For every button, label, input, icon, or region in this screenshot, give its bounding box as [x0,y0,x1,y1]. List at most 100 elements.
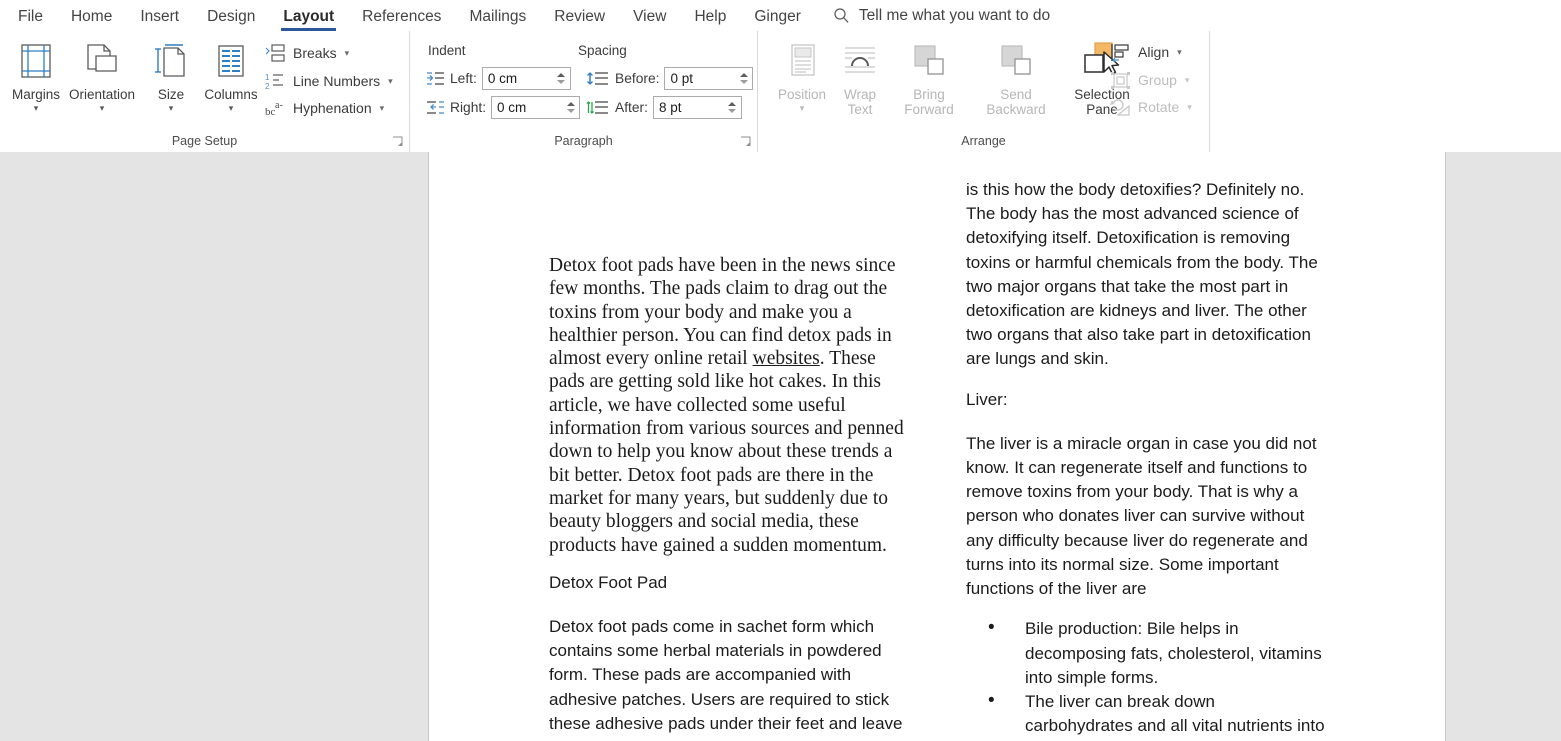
line-numbers-label: Line Numbers [293,73,381,89]
spacing-before-label: Before: [615,71,660,86]
align-label: Align [1138,44,1170,60]
document-scroll-area[interactable]: Detox foot pads have been in the news si… [0,152,1561,741]
tell-me-box[interactable]: Tell me what you want to do [815,7,1060,31]
indent-right-input[interactable] [492,97,565,118]
spacing-before-spinner[interactable] [664,67,754,90]
spacing-before-input[interactable] [665,68,738,89]
document-column-left: Detox foot pads have been in the news si… [549,152,909,741]
margins-button[interactable]: Margins ▾ [0,35,72,135]
tab-design[interactable]: Design [193,8,269,32]
align-menu[interactable]: Align ▾ [1110,41,1182,63]
send-backward-label: Send [1000,87,1032,102]
indent-right-spinner[interactable] [491,96,581,119]
tab-home[interactable]: Home [57,8,126,32]
group-paragraph: Indent Spacing Left: 0 cm Right: 0 cm Be… [410,31,758,152]
chevron-down-icon: ▾ [228,103,234,113]
group-menu[interactable]: Group ▾ [1110,69,1189,91]
list-item: Bile production: Bile helps in decomposi… [988,616,1326,690]
document-column-right: is this how the body detoxifies? Definit… [966,152,1326,741]
size-icon [152,35,190,87]
chevron-down-icon: ▾ [388,75,393,86]
paragraph-intro-part2: . These pads are getting sold like hot c… [549,348,904,556]
bring-forward-icon [910,35,948,87]
tab-review[interactable]: Review [540,8,619,32]
group-label: Group [1138,72,1177,88]
hyphenation-label: Hyphenation [293,100,372,116]
indent-left-input[interactable] [482,68,555,89]
tab-mailings[interactable]: Mailings [455,8,540,32]
page-setup-dialog-launcher[interactable] [392,136,405,149]
heading-liver: Liver: [966,389,1008,409]
bring-forward-button[interactable]: Bring Forward [886,35,972,135]
position-label: Position [777,87,827,102]
rotate-label: Rotate [1138,99,1180,115]
rotate-icon [1110,98,1130,116]
svg-text:bc: bc [265,106,276,118]
word-window: File Home Insert Design Layout Reference… [0,0,1561,741]
group-icon [1111,71,1130,89]
size-label: Size [157,87,185,102]
paragraph-sachet: Detox foot pads come in sachet form whic… [549,617,903,741]
chevron-down-icon: ▾ [33,103,39,113]
spacing-after-input[interactable] [653,97,726,118]
paragraph-group-label: Paragraph [554,134,613,148]
chevron-down-icon: ▾ [799,103,805,113]
svg-text:1: 1 [265,73,270,82]
send-backward-button[interactable]: Send Backward [970,35,1062,135]
paragraph-liver: The liver is a miracle organ in case you… [966,433,1317,599]
breaks-icon [265,43,285,62]
ribbon-body: Margins ▾ Orientation ▾ Size ▾ Columns ▾… [0,31,1561,152]
tab-layout[interactable]: Layout [269,8,348,32]
spinner-arrows[interactable] [737,68,752,89]
tab-insert[interactable]: Insert [126,8,193,32]
spinner-arrows[interactable] [726,97,741,118]
chevron-down-icon: ▾ [1184,74,1190,85]
spacing-heading: Spacing [578,43,627,58]
paragraph-dialog-launcher[interactable] [740,136,753,149]
orientation-icon [82,35,122,87]
wrap-text-icon [841,35,879,87]
tab-file[interactable]: File [4,8,57,32]
websites-link[interactable]: websites [753,348,820,369]
spinner-arrows[interactable] [564,97,579,118]
tab-references[interactable]: References [348,8,455,32]
indent-right-field[interactable]: Right: [426,96,581,119]
hyphenation-icon: bc a- [265,100,283,118]
svg-text:a-: a- [275,100,283,111]
indent-heading: Indent [428,43,466,58]
columns-button[interactable]: Columns ▾ [195,35,267,135]
chevron-down-icon: ▾ [99,103,105,113]
tab-view[interactable]: View [619,8,680,32]
chevron-down-icon: ▾ [344,47,350,58]
spacing-before-field[interactable]: Before: [586,67,754,90]
document-page[interactable]: Detox foot pads have been in the news si… [428,152,1446,741]
paragraph-intro: Detox foot pads have been in the news si… [549,254,909,557]
svg-text:2: 2 [265,82,270,91]
line-numbers-icon: 1 2 [265,73,283,91]
chevron-down-icon: ▾ [379,102,385,113]
chevron-down-icon: ▾ [1187,101,1192,112]
tell-me-label: Tell me what you want to do [858,6,1051,24]
chevron-down-icon: ▾ [168,103,174,113]
spacing-after-spinner[interactable] [652,96,742,119]
align-icon [1111,43,1129,62]
indent-left-field[interactable]: Left: [426,67,571,90]
position-icon [784,35,820,87]
line-numbers-menu[interactable]: 1 2 Line Numbers ▾ [265,70,393,92]
spacing-after-field[interactable]: After: [586,96,742,119]
tab-ginger[interactable]: Ginger [740,8,815,32]
indent-left-spinner[interactable] [481,67,571,90]
breaks-label: Breaks [293,45,337,61]
hyphenation-menu[interactable]: bc a- Hyphenation ▾ [265,97,384,119]
spinner-arrows[interactable] [555,68,570,89]
wrap-text-label: Wrap [843,87,876,102]
ribbon-tab-strip: File Home Insert Design Layout Reference… [0,0,1561,31]
breaks-menu[interactable]: Breaks ▾ [265,42,349,64]
tab-help[interactable]: Help [680,8,740,32]
rotate-menu[interactable]: Rotate ▾ [1110,96,1192,118]
send-backward-label2: Backward [986,102,1046,117]
send-backward-icon [997,35,1035,87]
indent-left-label: Left: [450,71,477,86]
orientation-button[interactable]: Orientation ▾ [66,35,138,135]
spacing-before-icon [587,72,608,85]
